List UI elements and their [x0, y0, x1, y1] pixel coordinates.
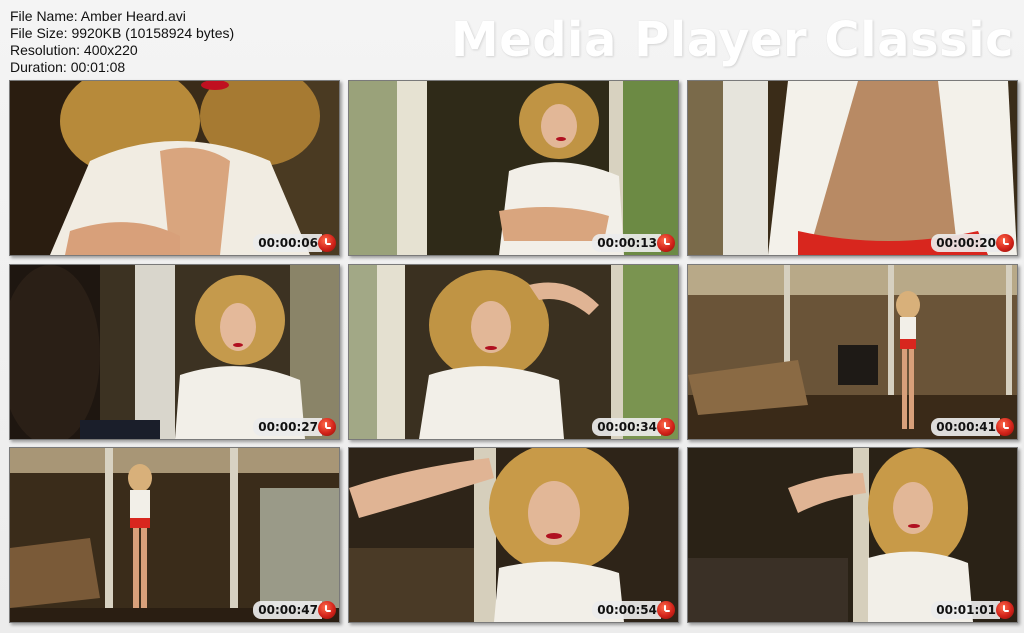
timestamp-text: 00:00:20 — [931, 234, 1000, 252]
timestamp-badge: 00:00:27 — [253, 418, 336, 436]
video-frame-7 — [10, 448, 339, 622]
clock-icon — [657, 234, 675, 252]
clock-icon — [318, 418, 336, 436]
thumbnail-1[interactable]: 00:00:06 — [9, 80, 340, 256]
thumbnail-9[interactable]: 00:01:01 — [687, 447, 1018, 623]
video-frame-2 — [349, 81, 678, 255]
clock-icon — [318, 601, 336, 619]
resolution: Resolution: 400x220 — [10, 42, 138, 58]
timestamp-text: 00:00:47 — [253, 601, 322, 619]
timestamp-badge: 00:00:13 — [592, 234, 675, 252]
timestamp-badge: 00:00:06 — [253, 234, 336, 252]
thumbnail-6[interactable]: 00:00:41 — [687, 264, 1018, 440]
media-player-classic-logo: Media Player Classic — [450, 12, 1014, 68]
video-frame-8 — [349, 448, 678, 622]
thumbnail-8[interactable]: 00:00:54 — [348, 447, 679, 623]
clock-icon — [318, 234, 336, 252]
duration: Duration: 00:01:08 — [10, 59, 126, 75]
clock-icon — [996, 601, 1014, 619]
video-frame-3 — [688, 81, 1017, 255]
thumbnail-2[interactable]: 00:00:13 — [348, 80, 679, 256]
timestamp-badge: 00:00:54 — [592, 601, 675, 619]
timestamp-badge: 00:00:20 — [931, 234, 1014, 252]
timestamp-text: 00:01:01 — [931, 601, 1000, 619]
timestamp-text: 00:00:34 — [592, 418, 661, 436]
timestamp-text: 00:00:13 — [592, 234, 661, 252]
timestamp-text: 00:00:54 — [592, 601, 661, 619]
file-name: File Name: Amber Heard.avi — [10, 8, 186, 24]
timestamp-text: 00:00:06 — [253, 234, 322, 252]
clock-icon — [657, 601, 675, 619]
timestamp-text: 00:00:27 — [253, 418, 322, 436]
timestamp-badge: 00:00:34 — [592, 418, 675, 436]
timestamp-badge: 00:01:01 — [931, 601, 1014, 619]
file-size: File Size: 9920KB (10158924 bytes) — [10, 25, 235, 41]
video-frame-1 — [10, 81, 339, 255]
timestamp-badge: 00:00:47 — [253, 601, 336, 619]
sheet-header: File Name: Amber Heard.avi File Size: 99… — [0, 0, 1024, 78]
thumbnail-5[interactable]: 00:00:34 — [348, 264, 679, 440]
thumbnail-4[interactable]: 00:00:27 — [9, 264, 340, 440]
clock-icon — [996, 234, 1014, 252]
video-frame-6 — [688, 265, 1017, 439]
thumbnail-grid: 00:00:06 00:00:13 00:00:20 00:00:27 00:0… — [9, 80, 1018, 623]
video-frame-9 — [688, 448, 1017, 622]
timestamp-text: 00:00:41 — [931, 418, 1000, 436]
video-frame-4 — [10, 265, 339, 439]
video-frame-5 — [349, 265, 678, 439]
clock-icon — [996, 418, 1014, 436]
clock-icon — [657, 418, 675, 436]
file-info: File Name: Amber Heard.avi File Size: 99… — [10, 8, 234, 76]
thumbnail-7[interactable]: 00:00:47 — [9, 447, 340, 623]
timestamp-badge: 00:00:41 — [931, 418, 1014, 436]
thumbnail-3[interactable]: 00:00:20 — [687, 80, 1018, 256]
